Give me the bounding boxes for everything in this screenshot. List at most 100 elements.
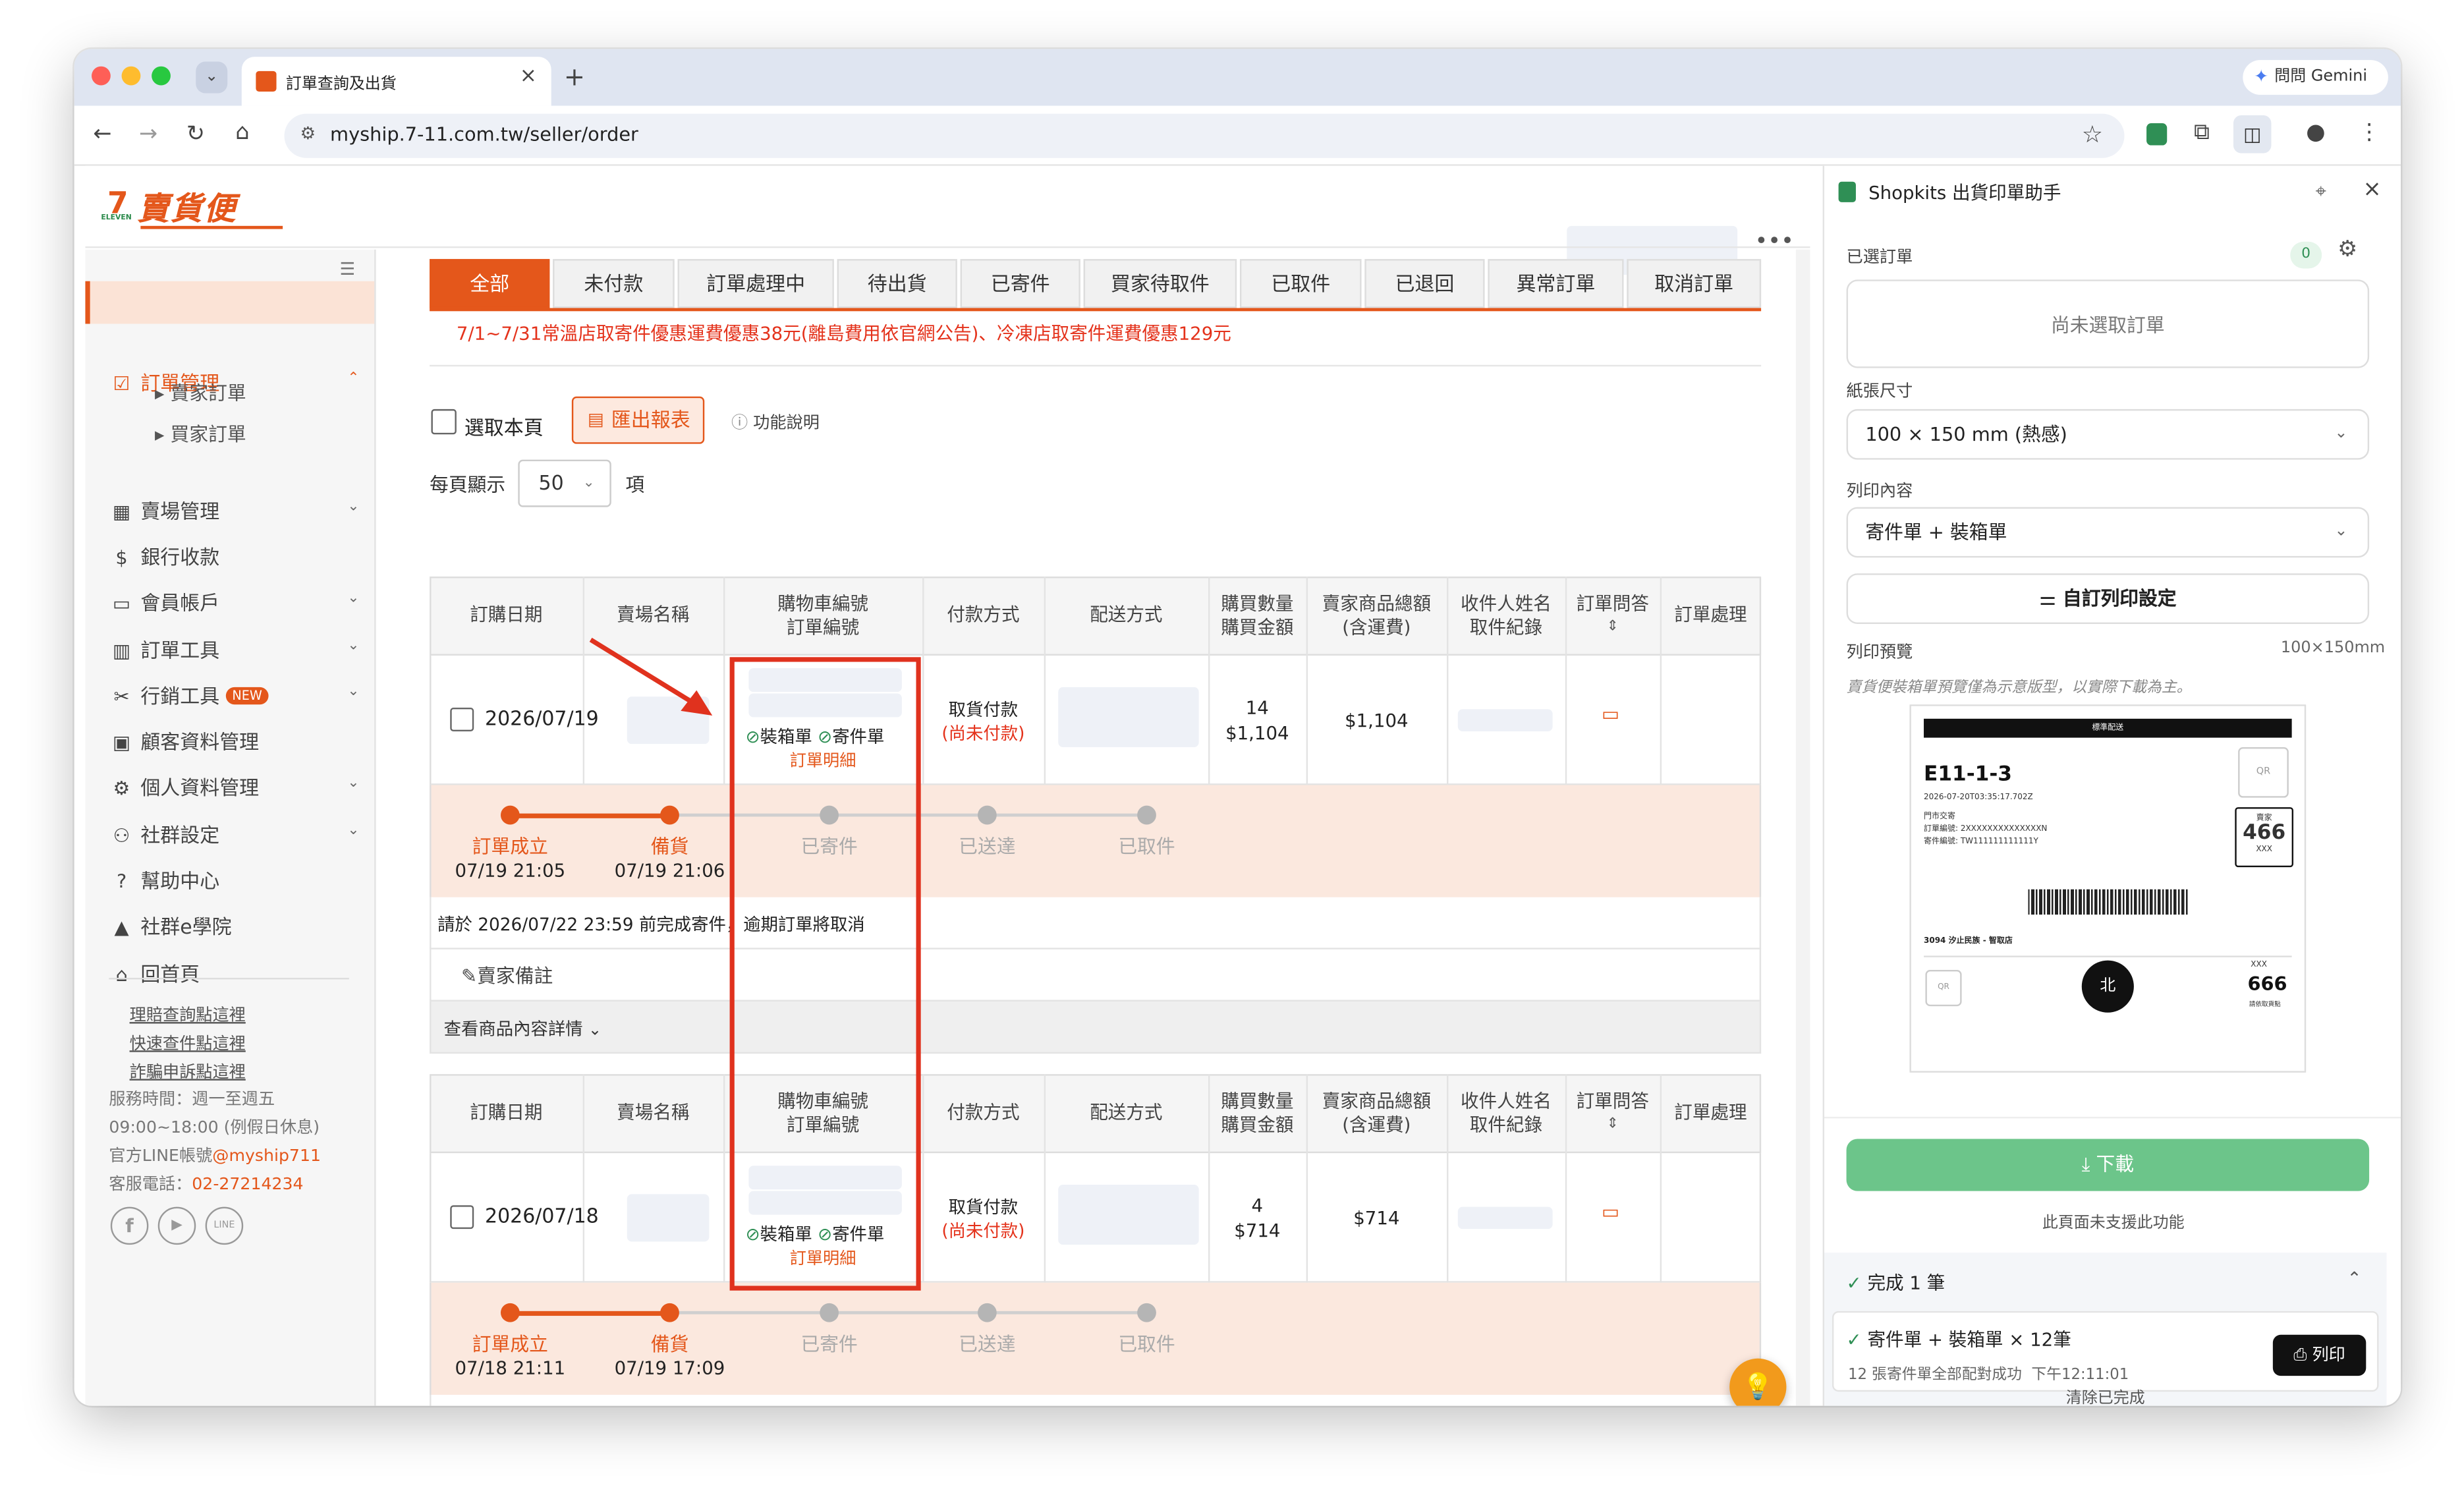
select-page-checkbox[interactable] [431,409,457,435]
tab-status-5[interactable]: 買家待取件 [1083,259,1237,308]
side-panel-icon[interactable]: ◫ [2233,115,2272,154]
tab-status-1[interactable]: 未付款 [553,259,675,308]
order-checkbox[interactable] [450,1205,474,1229]
facebook-icon[interactable]: f [110,1206,149,1245]
feature-help-link[interactable]: ⓘ 功能說明 [731,410,820,434]
sidebar-item-10[interactable]: ▲ 社群e學院 [109,910,232,940]
chevron-up-icon[interactable]: ⌃ [2347,1268,2362,1289]
pin-icon[interactable]: ⌖ [2316,180,2326,204]
close-tab-icon[interactable]: × [520,65,537,88]
phone-number[interactable]: 02-27214234 [192,1175,303,1195]
tab-status-7[interactable]: 已退回 [1364,259,1485,308]
column-header: 訂單處理 [1660,604,1761,627]
job-title-text: 寄件單 + 裝箱單 × 12筆 [1867,1328,2071,1351]
claim-link[interactable]: 理賠查詢點這裡 [130,1003,246,1027]
clear-completed-link[interactable]: 清除已完成 [1824,1384,2386,1406]
chat-icon[interactable]: ▭ [1602,703,1619,725]
browser-tab[interactable]: 訂單查詢及出貨 × [241,57,551,106]
page-scrollbar[interactable] [1795,249,1810,1406]
print-content-select[interactable]: 寄件單 + 裝箱單 ⌄ [1846,507,2370,558]
done-header[interactable]: ✓ 完成 1 筆 [1847,1270,1946,1295]
home-icon[interactable]: ⌂ [235,122,249,144]
minimize-window-button[interactable] [121,66,141,86]
forward-icon[interactable]: → [139,123,157,146]
progress-step-dot [977,1303,997,1322]
custom-print-settings-button[interactable]: ⚌ 自訂列印設定 [1846,573,2370,624]
line-id[interactable]: @myship711 [212,1147,321,1166]
sidebar-item-2[interactable]: $ 銀行收款 [109,540,219,571]
more-menu-icon[interactable]: ⋮ [2358,122,2380,144]
product-details-toggle[interactable]: 查看商品內容詳情 ⌄ [444,1016,602,1041]
print-button[interactable]: ⎙ 列印 [2272,1334,2366,1376]
line-icon[interactable]: LINE [205,1206,244,1245]
chat-icon[interactable]: ▭ [1602,1200,1619,1223]
sidebar-item-1[interactable]: ▦ 賣場管理 [109,494,219,524]
sidebar-sub-buyer-orders[interactable]: ▸ 買家訂單 [155,420,246,447]
back-icon[interactable]: ← [93,123,111,146]
maximize-window-button[interactable] [152,66,171,86]
sidebar-sub-seller-orders[interactable]: ▸ 賣家訂單 [155,379,246,406]
card-icon: ▭ [113,592,131,615]
progress-step-dot [977,805,997,825]
chevron-down-icon[interactable]: ⌄ [347,684,359,700]
tab-status-9[interactable]: 取消訂單 [1627,259,1762,308]
sidebar-item-3[interactable]: ▭ 會員帳戶 [109,586,219,616]
url-field[interactable]: ⚙ myship.7-11.com.tw/seller/order ☆ [284,113,2125,158]
track-link[interactable]: 快速查件點這裡 [130,1032,246,1056]
youtube-icon[interactable]: ▶ [157,1206,196,1245]
extensions-puzzle-icon[interactable]: ⧉ [2194,122,2210,144]
tab-status-6[interactable]: 已取件 [1239,259,1362,308]
settings-gear-icon[interactable]: ⚙ [2338,237,2357,262]
bookmark-star-icon[interactable]: ☆ [2082,120,2103,148]
chevron-up-icon[interactable]: ⌃ [347,371,359,387]
sidebar-item-11[interactable]: ⌂ 回首頁 [109,957,200,988]
shopkits-extension-icon[interactable] [2146,123,2168,146]
close-panel-icon[interactable]: × [2363,177,2382,202]
paper-size-select[interactable]: 100 × 150 mm (熱感) ⌄ [1846,409,2370,460]
lightbulb-icon[interactable]: 💡 [1729,1358,1787,1406]
seller-remark-button[interactable]: ✎賣家備註 [461,962,553,989]
sort-icon[interactable]: ⇕ [1565,1114,1660,1137]
chevron-down-icon[interactable]: ⌄ [347,823,359,839]
sort-icon[interactable]: ⇕ [1565,616,1660,640]
progress-step-label: 已寄件 [800,1333,858,1355]
tab-search-icon[interactable]: ⌄ [196,61,228,94]
tab-status-2[interactable]: 訂單處理中 [677,259,834,308]
profile-icon[interactable]: ● [2306,122,2325,144]
per-page-label: 每頁顯示 [430,474,506,496]
label-line2: 訂單編號: 2XXXXXXXXXXXXXXN [1924,824,2048,834]
reload-icon[interactable]: ↻ [186,123,205,146]
column-header: 購物車編號 訂單編號 [723,592,922,640]
menu-collapse-icon[interactable]: ☰ [339,259,355,279]
job-subtitle: 12 張寄件單全部配對成功 下午12:11:01 [1848,1362,2129,1384]
tab-status-4[interactable]: 已寄件 [960,259,1080,308]
order-checkbox[interactable] [450,708,474,731]
sidebar-item-7[interactable]: ⚙ 個人資料管理 [109,771,259,801]
site-settings-icon[interactable]: ⚙ [300,123,316,144]
close-window-button[interactable] [92,66,111,86]
per-page-select[interactable]: 50 ⌄ [518,459,611,507]
sidebar-item-8[interactable]: ⚇ 社群設定 [109,818,220,849]
sidebar-item-9[interactable]: ? 幫助中心 [109,864,219,894]
sidebar-item-4[interactable]: ▥ 訂單工具 [109,633,219,664]
header-more-icon[interactable]: ••• [1755,229,1794,254]
sidebar-item-6[interactable]: ▣ 顧客資料管理 [109,725,259,755]
chevron-down-icon[interactable]: ⌄ [347,638,359,654]
chevron-down-icon[interactable]: ⌄ [347,499,359,515]
product-details-row[interactable] [430,1001,1762,1054]
new-tab-icon[interactable]: + [564,64,585,90]
chevron-down-icon[interactable]: ⌄ [347,776,359,791]
column-header: 付款方式 [922,604,1044,627]
store-name-placeholder[interactable] [627,1194,710,1242]
download-button[interactable]: ⤓ 下載 [1846,1139,2370,1191]
gemini-button[interactable]: ✦ 問問 Gemini [2243,60,2388,95]
chevron-down-icon[interactable]: ⌄ [347,591,359,607]
fraud-link[interactable]: 詐騙申訴點這裡 [130,1060,246,1084]
column-header: 配送方式 [1044,604,1208,627]
tab-status-8[interactable]: 異常訂單 [1488,259,1624,308]
tab-status-0[interactable]: 全部 [430,259,550,308]
export-report-button[interactable]: ▤ 匯出報表 [571,396,705,444]
sidebar-item-5[interactable]: ✂ 行銷工具 NEW [109,679,269,710]
tab-status-3[interactable]: 待出貨 [837,259,957,308]
progress-step-dot [1137,1303,1156,1322]
